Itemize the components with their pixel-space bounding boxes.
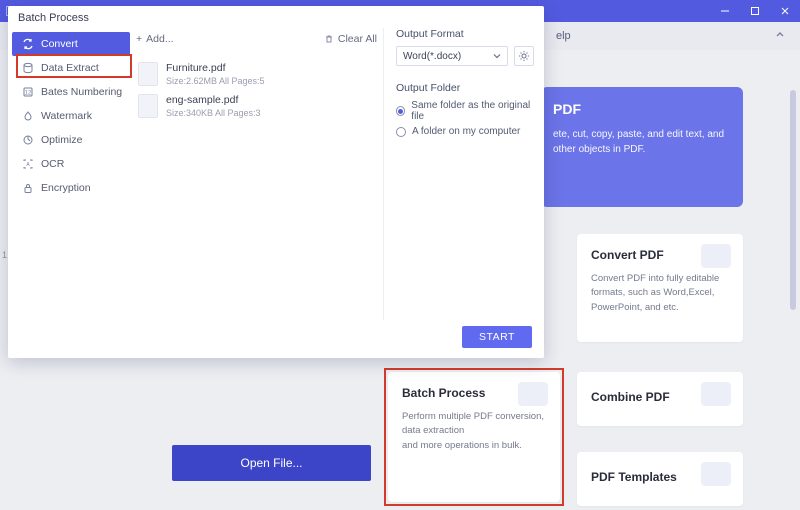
radio-custom-folder[interactable]: A folder on my computer — [396, 126, 534, 137]
templates-card-icon — [701, 462, 731, 486]
lock-icon — [22, 182, 34, 194]
svg-text:12: 12 — [25, 91, 32, 97]
add-label: Add... — [146, 33, 173, 45]
card-pdf-templates[interactable]: PDF Templates — [577, 452, 743, 506]
card-desc2: and more operations in bulk. — [402, 439, 546, 453]
dialog-title: Batch Process — [18, 12, 89, 24]
maximize-button[interactable] — [740, 0, 770, 22]
sidebar-item-data-extract[interactable]: Data Extract — [12, 56, 130, 80]
bates-icon: 12 — [22, 86, 34, 98]
card-convert-pdf[interactable]: Convert PDF Convert PDF into fully edita… — [577, 234, 743, 342]
trash-icon — [324, 34, 334, 44]
radio-dot-icon — [396, 106, 405, 116]
open-file-button[interactable]: Open File... — [172, 445, 371, 481]
convert-icon — [22, 38, 34, 50]
output-format-select[interactable]: Word(*.docx) — [396, 46, 508, 66]
convert-card-icon — [701, 244, 731, 268]
sidebar-item-bates[interactable]: 12 Bates Numbering — [12, 80, 130, 104]
file-name: Furniture.pdf — [166, 62, 265, 74]
sidebar-label: Convert — [41, 38, 78, 50]
card-desc: Perform multiple PDF conversion, data ex… — [402, 410, 546, 439]
sidebar-label: Optimize — [41, 134, 82, 146]
gear-icon — [518, 50, 530, 62]
clear-label: Clear All — [338, 33, 377, 45]
format-settings-button[interactable] — [514, 46, 534, 66]
chevron-down-icon — [493, 52, 501, 60]
file-row[interactable]: Furniture.pdf Size:2.62MB All Pages:5 — [136, 58, 377, 90]
batch-process-dialog: Batch Process Convert Data Extract 12 Ba… — [8, 6, 544, 358]
file-thumb-icon — [138, 62, 158, 86]
collapse-ribbon-icon[interactable] — [774, 29, 786, 41]
card-desc: Convert PDF into fully editable formats,… — [591, 272, 729, 315]
combine-card-icon — [701, 382, 731, 406]
sidebar-item-optimize[interactable]: Optimize — [12, 128, 130, 152]
radio-dot-icon — [396, 127, 406, 137]
output-format-label: Output Format — [396, 28, 534, 40]
card-combine-pdf[interactable]: Combine PDF — [577, 372, 743, 426]
start-button[interactable]: START — [462, 326, 532, 348]
close-button[interactable] — [770, 0, 800, 22]
sidebar-label: Encryption — [41, 182, 91, 194]
menu-help[interactable]: elp — [556, 30, 571, 42]
sidebar-item-encryption[interactable]: Encryption — [12, 176, 130, 200]
sidebar-item-watermark[interactable]: Watermark — [12, 104, 130, 128]
radio-label: A folder on my computer — [412, 126, 520, 137]
batch-card-icon — [518, 382, 548, 406]
file-row[interactable]: eng-sample.pdf Size:340KB All Pages:3 — [136, 90, 377, 122]
file-meta: Size:340KB All Pages:3 — [166, 108, 261, 118]
watermark-icon — [22, 110, 34, 122]
file-list: Furniture.pdf Size:2.62MB All Pages:5 en… — [136, 58, 377, 122]
sidebar-label: OCR — [41, 158, 64, 170]
radio-same-folder[interactable]: Same folder as the original file — [396, 100, 534, 122]
data-icon — [22, 62, 34, 74]
ocr-icon: A — [22, 158, 34, 170]
scrollbar[interactable] — [790, 90, 796, 310]
card-batch-process[interactable]: Batch Process Perform multiple PDF conve… — [388, 372, 560, 502]
hero-desc: ete, cut, copy, paste, and edit text, an… — [553, 127, 731, 157]
batch-output-settings: Output Format Word(*.docx) Output Folder… — [396, 28, 534, 320]
clear-all-button[interactable]: Clear All — [324, 33, 377, 45]
radio-label: Same folder as the original file — [411, 100, 534, 122]
sidebar-label: Watermark — [41, 110, 92, 122]
plus-icon: + — [136, 33, 142, 45]
file-meta: Size:2.62MB All Pages:5 — [166, 76, 265, 86]
sidebar-item-convert[interactable]: Convert — [12, 32, 130, 56]
sidebar-label: Bates Numbering — [41, 86, 122, 98]
hero-title: PDF — [553, 101, 731, 117]
batch-sidebar: Convert Data Extract 12 Bates Numbering … — [12, 32, 130, 200]
output-folder-label: Output Folder — [396, 82, 534, 94]
minimize-button[interactable] — [710, 0, 740, 22]
hero-edit-pdf-card[interactable]: PDF ete, cut, copy, paste, and edit text… — [541, 87, 743, 207]
sidebar-item-ocr[interactable]: A OCR — [12, 152, 130, 176]
batch-file-area: + Add... Clear All Furniture.pdf Size:2.… — [136, 28, 384, 320]
svg-text:A: A — [26, 162, 30, 168]
optimize-icon — [22, 134, 34, 146]
file-name: eng-sample.pdf — [166, 94, 261, 106]
sidebar-label: Data Extract — [41, 62, 99, 74]
output-format-value: Word(*.docx) — [403, 51, 461, 62]
file-thumb-icon — [138, 94, 158, 118]
add-file-button[interactable]: + Add... — [136, 33, 174, 45]
